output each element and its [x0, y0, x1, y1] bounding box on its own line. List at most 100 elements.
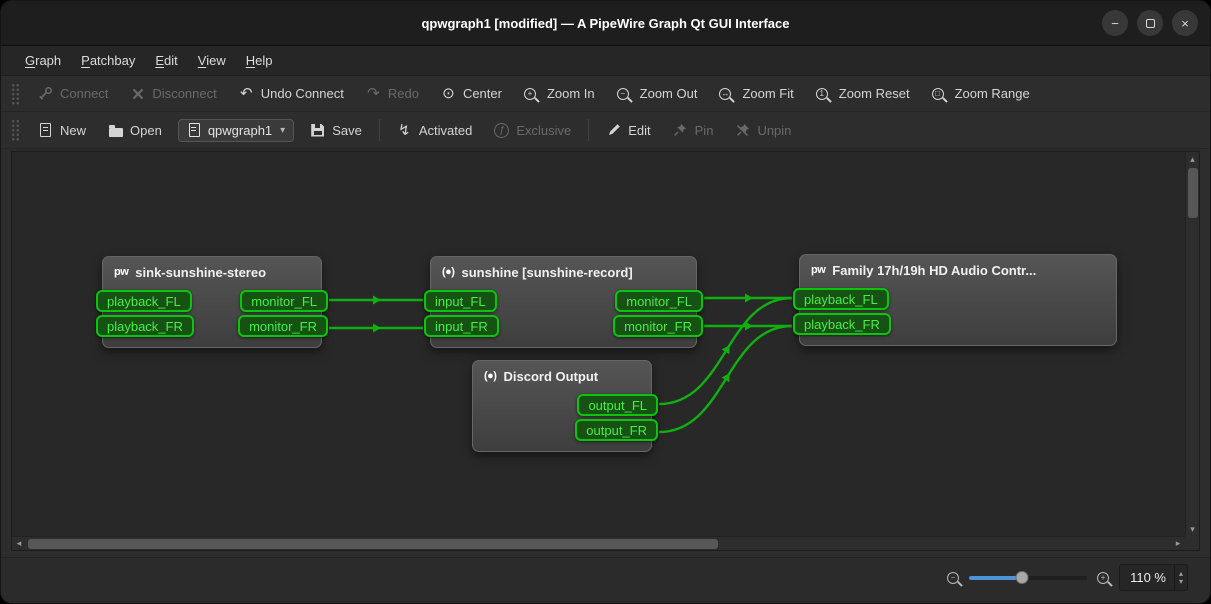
zoom-out-button[interactable]: − Zoom Out: [607, 81, 708, 106]
minimize-icon: −: [1111, 16, 1119, 31]
zoom-slider-fill: [969, 576, 1022, 580]
undo-connect-button[interactable]: ↶ Undo Connect: [229, 81, 354, 106]
zoom-fit-button[interactable]: ↔ Zoom Fit: [709, 81, 803, 106]
port-output[interactable]: monitor_FR: [238, 315, 328, 337]
session-file-icon: [187, 123, 202, 137]
menubar: Graph Patchbay Edit View Help: [1, 46, 1210, 76]
zoom-slider-handle[interactable]: [1016, 571, 1029, 584]
exclusive-button[interactable]: ƒ Exclusive: [484, 118, 581, 143]
menu-edit[interactable]: Edit: [145, 46, 187, 75]
scroll-left-arrow[interactable]: ◂: [12, 537, 26, 551]
edit-pencil-icon: [606, 123, 621, 137]
save-button[interactable]: Save: [300, 118, 372, 143]
port-output[interactable]: monitor_FL: [615, 290, 703, 312]
port-input[interactable]: playback_FR: [96, 315, 194, 337]
graph-canvas[interactable]: pw sink-sunshine-stereo playback_FL moni…: [12, 152, 1185, 536]
node-title: (●) sunshine [sunshine-record]: [431, 257, 696, 287]
pin-button[interactable]: Pin: [663, 118, 724, 143]
zoom-reset-icon: 1: [816, 88, 832, 100]
edit-button[interactable]: Edit: [596, 118, 660, 143]
exclusive-icon: ƒ: [494, 123, 509, 138]
horizontal-scrollbar-thumb[interactable]: [28, 539, 718, 549]
zoom-spinbox[interactable]: 110 % ▴ ▾: [1119, 564, 1188, 591]
zoom-in-button[interactable]: + Zoom In: [514, 81, 605, 106]
redo-icon: ↷: [366, 86, 381, 101]
port-output[interactable]: monitor_FR: [613, 315, 703, 337]
center-icon: ⊙: [441, 86, 456, 101]
zoom-out-small-icon[interactable]: −: [947, 572, 959, 584]
node-title: pw Family 17h/19h HD Audio Contr...: [800, 255, 1116, 285]
activated-button[interactable]: ↯ Activated: [387, 118, 482, 143]
titlebar[interactable]: qpwgraph1 [modified] — A PipeWire Graph …: [1, 1, 1210, 46]
horizontal-scrollbar[interactable]: ◂ ▸: [12, 536, 1185, 550]
graph-toolbar: Connect Disconnect ↶ Undo Connect ↷ Redo…: [1, 76, 1210, 112]
zoom-range-icon: □: [932, 88, 948, 100]
toolbar-grip[interactable]: [11, 83, 20, 105]
session-combobox[interactable]: qpwgraph1 ▾: [178, 119, 294, 142]
zoom-value: 110 %: [1130, 570, 1166, 585]
save-icon: [310, 124, 325, 137]
port-input[interactable]: input_FL: [424, 290, 497, 312]
audio-app-icon: (●): [442, 266, 454, 278]
menu-view[interactable]: View: [188, 46, 236, 75]
chevron-down-icon: ▾: [280, 125, 285, 136]
zoom-fit-icon: ↔: [719, 88, 735, 100]
maximize-button[interactable]: [1137, 10, 1163, 36]
zoom-reset-button[interactable]: 1 Zoom Reset: [806, 81, 920, 106]
app-window: qpwgraph1 [modified] — A PipeWire Graph …: [0, 0, 1211, 604]
center-button[interactable]: ⊙ Center: [431, 81, 512, 106]
window-controls: − ×: [1102, 1, 1198, 45]
scroll-right-arrow[interactable]: ▸: [1171, 537, 1185, 551]
node-sink-sunshine-stereo[interactable]: pw sink-sunshine-stereo playback_FL moni…: [102, 256, 322, 348]
new-button[interactable]: New: [28, 118, 96, 143]
vertical-scrollbar[interactable]: ▴ ▾: [1185, 152, 1199, 536]
audio-app-icon: (●): [484, 370, 496, 382]
zoom-range-button[interactable]: □ Zoom Range: [922, 81, 1040, 106]
unpin-button[interactable]: Unpin: [725, 118, 801, 143]
port-output[interactable]: output_FR: [575, 419, 658, 441]
port-input[interactable]: playback_FR: [793, 313, 891, 335]
session-combobox-value: qpwgraph1: [208, 123, 272, 138]
pipewire-icon: pw: [811, 264, 825, 276]
toolbar-separator: [379, 119, 380, 141]
graph-canvas-frame: pw sink-sunshine-stereo playback_FL moni…: [11, 151, 1200, 551]
node-discord-output[interactable]: (●) Discord Output output_FL output_FR: [472, 360, 652, 452]
zoom-out-icon: −: [617, 88, 633, 100]
open-button[interactable]: Open: [98, 118, 172, 143]
scroll-down-arrow[interactable]: ▾: [1186, 522, 1200, 536]
activated-lightning-icon: ↯: [397, 123, 412, 138]
spin-down-icon[interactable]: ▾: [1179, 578, 1183, 586]
menu-patchbay[interactable]: Patchbay: [71, 46, 145, 75]
window-title: qpwgraph1 [modified] — A PipeWire Graph …: [421, 16, 789, 31]
scrollbar-corner: [1185, 536, 1199, 550]
menu-help[interactable]: Help: [236, 46, 283, 75]
vertical-scrollbar-thumb[interactable]: [1188, 168, 1198, 218]
maximize-icon: [1146, 19, 1155, 28]
menu-graph[interactable]: Graph: [15, 46, 71, 75]
node-title: pw sink-sunshine-stereo: [103, 257, 321, 287]
statusbar: − + 110 % ▴ ▾: [1, 557, 1210, 603]
port-output[interactable]: monitor_FL: [240, 290, 328, 312]
redo-button[interactable]: ↷ Redo: [356, 81, 429, 106]
zoom-in-icon: +: [524, 88, 540, 100]
close-button[interactable]: ×: [1172, 10, 1198, 36]
node-sunshine[interactable]: (●) sunshine [sunshine-record] input_FL …: [430, 256, 697, 348]
node-title: (●) Discord Output: [473, 361, 651, 391]
connect-icon: [38, 86, 53, 101]
disconnect-button[interactable]: Disconnect: [120, 81, 226, 106]
port-input[interactable]: playback_FL: [96, 290, 192, 312]
port-input[interactable]: input_FR: [424, 315, 499, 337]
node-family-hd-audio[interactable]: pw Family 17h/19h HD Audio Contr... play…: [799, 254, 1117, 346]
zoom-slider[interactable]: [969, 569, 1087, 587]
zoom-in-small-icon[interactable]: +: [1097, 572, 1109, 584]
scroll-up-arrow[interactable]: ▴: [1186, 152, 1200, 166]
toolbar-separator: [588, 119, 589, 141]
undo-icon: ↶: [239, 86, 254, 101]
minimize-button[interactable]: −: [1102, 10, 1128, 36]
connect-button[interactable]: Connect: [28, 81, 118, 106]
disconnect-icon: [130, 87, 145, 101]
port-input[interactable]: playback_FL: [793, 288, 889, 310]
file-toolbar: New Open qpwgraph1 ▾ Save ↯ Activated ƒ …: [1, 112, 1210, 149]
toolbar-grip[interactable]: [11, 119, 20, 141]
port-output[interactable]: output_FL: [577, 394, 658, 416]
